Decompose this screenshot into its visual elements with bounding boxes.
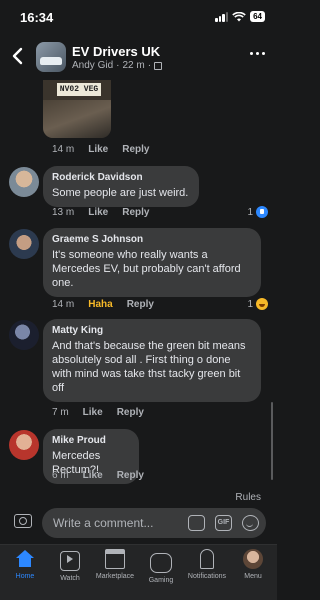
back-arrow-icon[interactable] bbox=[10, 46, 26, 66]
haha-icon bbox=[256, 298, 268, 310]
comment-bubble: Roderick Davidson Some people are just w… bbox=[43, 166, 199, 207]
commenter-name[interactable]: Mike Proud bbox=[52, 435, 130, 446]
comment-bubble: Graeme S Johnson It's someone who really… bbox=[43, 228, 261, 297]
tab-notifications[interactable]: Notifications bbox=[182, 549, 232, 580]
separator-dot: · bbox=[116, 60, 120, 71]
like-button[interactable]: Like bbox=[88, 144, 108, 155]
avatar[interactable] bbox=[9, 430, 39, 460]
status-bar: 16:34 64 bbox=[0, 0, 277, 34]
reply-button[interactable]: Reply bbox=[122, 144, 149, 155]
post-header: EV Drivers UK Andy Gid · 22 m · bbox=[0, 38, 277, 76]
comment-time: 14 m bbox=[52, 144, 75, 155]
like-button[interactable]: Like bbox=[83, 407, 103, 418]
notifications-icon bbox=[200, 549, 214, 569]
reply-button[interactable]: Reply bbox=[117, 407, 144, 418]
tab-label: Marketplace bbox=[95, 573, 135, 580]
post-author[interactable]: Andy Gid bbox=[72, 60, 113, 71]
reaction-count[interactable]: 1 bbox=[247, 206, 268, 218]
gaming-icon bbox=[150, 553, 172, 573]
tab-label: Gaming bbox=[148, 577, 174, 584]
commenter-name[interactable]: Graeme S Johnson bbox=[52, 234, 252, 245]
comment-text: Some people are just weird. bbox=[52, 187, 189, 199]
comment-meta: 13 m Like Reply bbox=[52, 207, 149, 218]
group-title[interactable]: EV Drivers UK bbox=[72, 44, 160, 59]
comment-placeholder: Write a comment... bbox=[53, 516, 154, 530]
comment-time: 13 m bbox=[52, 207, 75, 218]
like-icon bbox=[256, 206, 268, 218]
scrollbar[interactable] bbox=[271, 402, 273, 480]
battery-icon: 64 bbox=[250, 11, 265, 22]
reply-button[interactable]: Reply bbox=[127, 299, 154, 310]
post-time: 22 m bbox=[122, 60, 145, 71]
comment-meta: 14 m Haha Reply bbox=[52, 299, 154, 310]
comment-time: 14 m bbox=[52, 299, 75, 310]
reply-button[interactable]: Reply bbox=[117, 470, 144, 481]
commenter-name[interactable]: Matty King bbox=[52, 325, 252, 336]
post-subtitle: Andy Gid · 22 m · bbox=[72, 60, 163, 71]
status-time: 16:34 bbox=[20, 10, 54, 25]
home-icon bbox=[15, 549, 35, 569]
license-plate-text: NV02 VEG bbox=[57, 83, 101, 96]
avatar[interactable] bbox=[9, 320, 39, 350]
menu-avatar bbox=[243, 549, 263, 569]
comment-meta: 14 m Like Reply bbox=[52, 144, 149, 155]
rules-link[interactable]: Rules bbox=[235, 492, 261, 503]
reaction-count[interactable]: 1 bbox=[247, 298, 268, 310]
comment-text: It's someone who really wants a Mercedes… bbox=[52, 249, 241, 289]
wifi-icon bbox=[232, 11, 246, 21]
status-icons: 64 bbox=[215, 11, 265, 22]
comment-time: 7 m bbox=[52, 407, 69, 418]
reply-button[interactable]: Reply bbox=[122, 207, 149, 218]
comment-time: 6 m bbox=[52, 470, 69, 481]
tab-label: Watch bbox=[60, 575, 80, 582]
emoji-icon[interactable] bbox=[242, 515, 259, 531]
avatar[interactable] bbox=[9, 167, 39, 197]
haha-button[interactable]: Haha bbox=[88, 299, 112, 310]
signal-icon bbox=[215, 11, 229, 22]
tab-menu[interactable]: Menu bbox=[228, 549, 278, 580]
marketplace-icon bbox=[105, 549, 125, 569]
separator-dot: · bbox=[147, 60, 152, 71]
comment-meta: 6 m Like Reply bbox=[52, 470, 144, 481]
group-avatar[interactable] bbox=[36, 42, 66, 72]
tab-gaming[interactable]: Gaming bbox=[136, 549, 186, 584]
privacy-icon bbox=[154, 61, 163, 70]
like-button[interactable]: Like bbox=[88, 207, 108, 218]
tab-label: Home bbox=[15, 573, 35, 580]
comment-bubble: Matty King And that's because the green … bbox=[43, 319, 261, 402]
comment-meta: 7 m Like Reply bbox=[52, 407, 144, 418]
comment-input[interactable]: Write a comment... GIF bbox=[42, 508, 266, 538]
comment-text: And that's because the green bit means a… bbox=[52, 340, 246, 394]
tab-marketplace[interactable]: Marketplace bbox=[90, 549, 140, 580]
watch-icon bbox=[60, 551, 80, 571]
tab-label: Menu bbox=[244, 573, 262, 580]
tab-label: Notifications bbox=[187, 573, 227, 580]
commenter-name[interactable]: Roderick Davidson bbox=[52, 172, 190, 183]
like-button[interactable]: Like bbox=[83, 470, 103, 481]
camera-icon[interactable] bbox=[14, 514, 32, 528]
comment-photo[interactable]: NV02 VEG bbox=[43, 80, 111, 138]
avatar-sticker-icon[interactable] bbox=[188, 515, 205, 531]
tab-home[interactable]: Home bbox=[0, 549, 50, 580]
comments-feed[interactable]: NV02 VEG 14 m Like Reply Roderick Davids… bbox=[0, 80, 277, 486]
more-options-icon[interactable] bbox=[250, 52, 265, 55]
gif-icon[interactable]: GIF bbox=[215, 515, 232, 531]
bottom-tab-bar: Home Watch Marketplace Gaming Notificati… bbox=[0, 544, 277, 600]
avatar[interactable] bbox=[9, 229, 39, 259]
tab-watch[interactable]: Watch bbox=[45, 549, 95, 582]
comment-composer: Write a comment... GIF bbox=[0, 506, 277, 540]
